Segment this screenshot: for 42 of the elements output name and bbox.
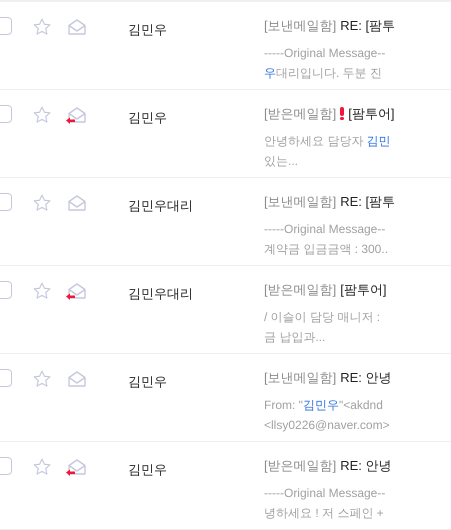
mail-subject[interactable]: RE: [팜투	[340, 16, 396, 36]
sender-name: 김민우대리	[128, 286, 193, 301]
replied-envelope-icon[interactable]	[66, 457, 88, 477]
envelope-icon[interactable]	[66, 369, 88, 389]
folder-label: [보낸메일함]	[264, 17, 336, 35]
mail-preview: 금 납입과...	[264, 328, 326, 346]
envelope-icon[interactable]	[66, 17, 88, 37]
mail-subject[interactable]: [팜투어]	[348, 104, 394, 124]
folder-label: [받은메일함]	[264, 281, 336, 299]
sender-name: 김민우	[128, 110, 167, 125]
folder-label: [보낸메일함]	[264, 369, 336, 387]
mail-preview: <llsy0226@naver.com>	[264, 416, 390, 434]
star-icon[interactable]	[32, 281, 52, 301]
mail-preview: -----Original Message--	[264, 44, 386, 62]
mail-preview: 녕하세요 ! 저 스페인 +	[264, 504, 384, 522]
folder-label: [받은메일함]	[264, 105, 336, 123]
star-icon[interactable]	[32, 105, 52, 125]
sender-name: 김민우	[128, 22, 167, 37]
mail-preview: 계약금 입금금액 : 300..	[264, 240, 388, 258]
sender-name: 김민우	[128, 374, 167, 389]
mail-subject[interactable]: [팜투어]	[340, 280, 386, 300]
star-icon[interactable]	[32, 457, 52, 477]
mail-preview: 우대리입니다. 두분 진	[264, 64, 382, 82]
mail-preview: / 이슬이 담당 매니저 :	[264, 308, 380, 326]
star-icon[interactable]	[32, 369, 52, 389]
sender-name: 김민우	[128, 462, 167, 477]
replied-envelope-icon[interactable]	[66, 281, 88, 301]
folder-label: [받은메일함]	[264, 457, 336, 475]
star-icon[interactable]	[32, 17, 52, 37]
mail-preview: From: "김민우"<akdnd	[264, 396, 383, 414]
sender-name: 김민우대리	[128, 198, 193, 213]
envelope-icon[interactable]	[66, 193, 88, 213]
mail-preview: -----Original Message--	[264, 220, 386, 238]
mail-preview: 안녕하세요 담당자 김민	[264, 132, 391, 150]
star-icon[interactable]	[32, 193, 52, 213]
mail-subject[interactable]: RE: 안녕	[340, 456, 392, 476]
mail-subject[interactable]: RE: 안녕	[340, 368, 392, 388]
replied-envelope-icon[interactable]	[66, 105, 88, 125]
mail-preview: -----Original Message--	[264, 484, 386, 502]
mail-preview: 있는...	[264, 152, 298, 170]
mail-subject[interactable]: RE: [팜투	[340, 192, 396, 212]
folder-label: [보낸메일함]	[264, 193, 336, 211]
